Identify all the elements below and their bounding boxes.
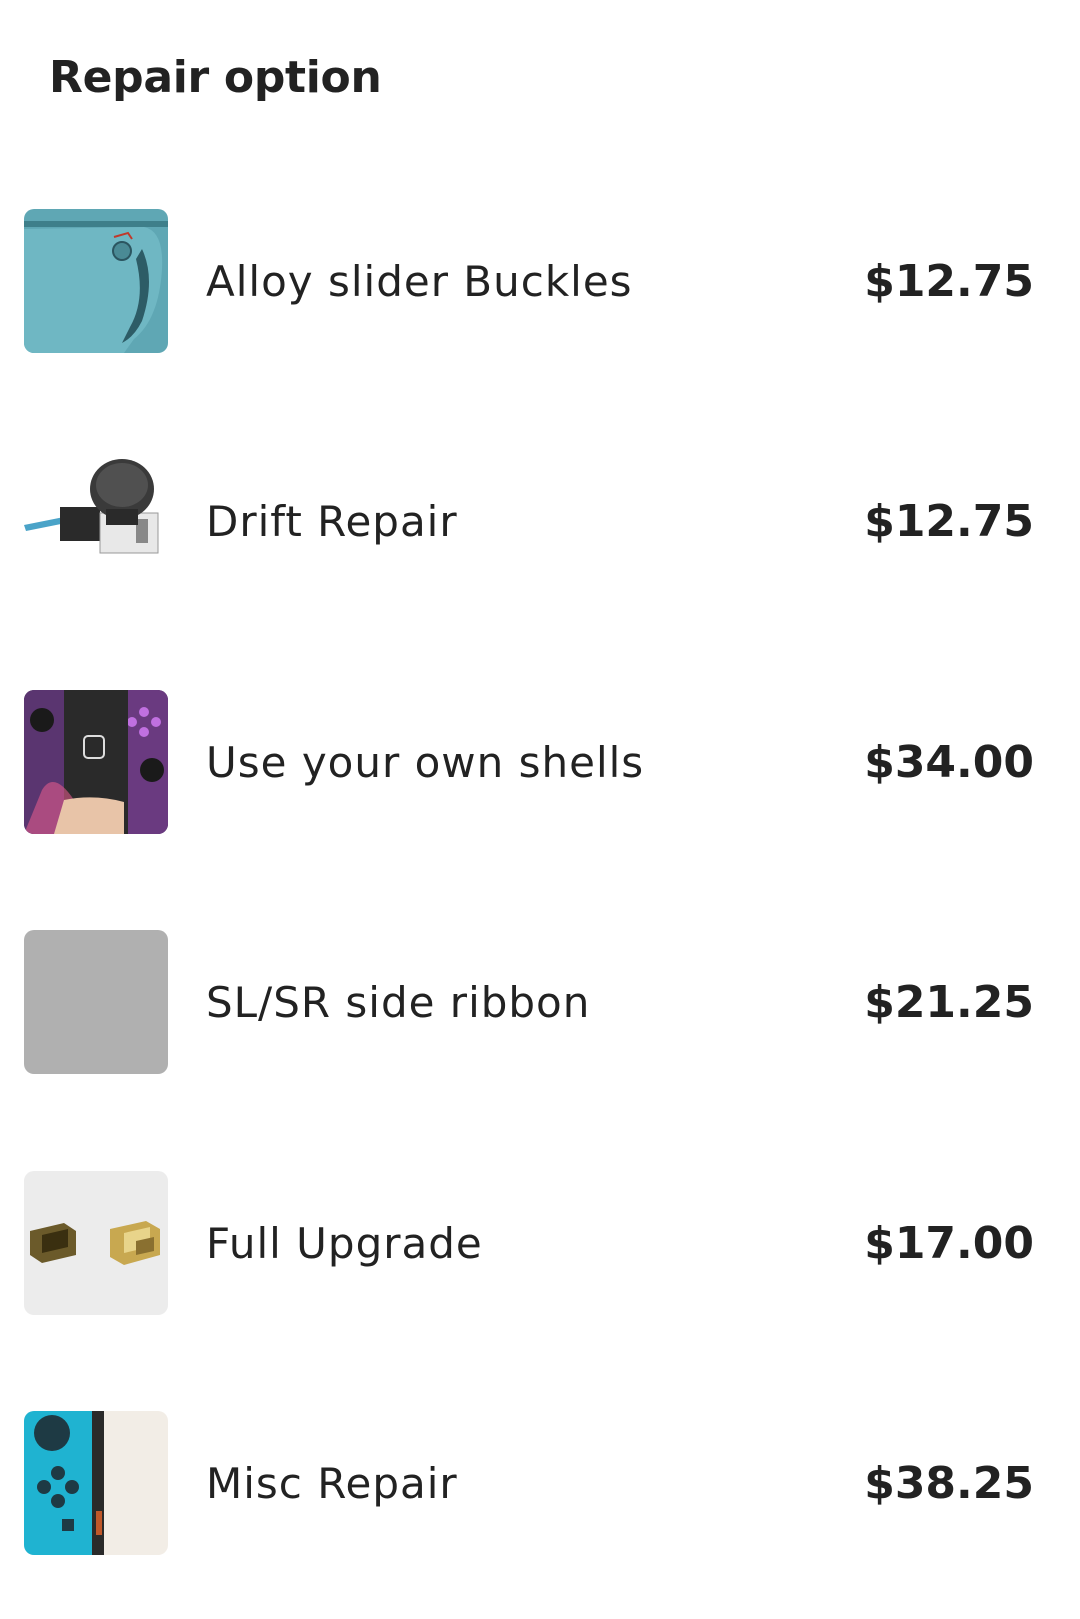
option-price: $17.00	[864, 1218, 1034, 1269]
option-misc-repair[interactable]: Misc Repair $38.25	[0, 1364, 1080, 1604]
option-name: Drift Repair	[206, 497, 458, 546]
option-use-your-own-shells[interactable]: Use your own shells $34.00	[0, 643, 1080, 883]
analog-stick-icon	[24, 449, 168, 593]
option-price: $21.25	[864, 977, 1034, 1028]
option-name: Full Upgrade	[206, 1219, 483, 1268]
option-name: SL/SR side ribbon	[206, 978, 591, 1027]
option-name: Misc Repair	[206, 1459, 458, 1508]
option-drift-repair[interactable]: Drift Repair $12.75	[0, 402, 1080, 642]
option-price: $34.00	[864, 737, 1034, 788]
option-full-upgrade[interactable]: Full Upgrade $17.00	[0, 1124, 1080, 1364]
metal-buckle-parts-icon	[24, 1171, 168, 1315]
option-price: $12.75	[864, 496, 1034, 547]
joycon-buttons-icon	[24, 1411, 168, 1555]
placeholder-image-icon	[24, 930, 168, 1074]
option-price: $12.75	[864, 256, 1034, 307]
option-price: $38.25	[864, 1458, 1034, 1509]
joycon-rail-icon	[24, 209, 168, 353]
custom-shell-controller-icon	[24, 690, 168, 834]
option-name: Use your own shells	[206, 738, 645, 787]
option-alloy-slider-buckles[interactable]: Alloy slider Buckles $12.75	[0, 162, 1080, 402]
option-name: Alloy slider Buckles	[206, 257, 633, 306]
option-sl-sr-side-ribbon[interactable]: SL/SR side ribbon $21.25	[0, 883, 1080, 1123]
repair-option-list: Alloy slider Buckles $12.75 Drift Repair…	[0, 0, 1080, 1619]
